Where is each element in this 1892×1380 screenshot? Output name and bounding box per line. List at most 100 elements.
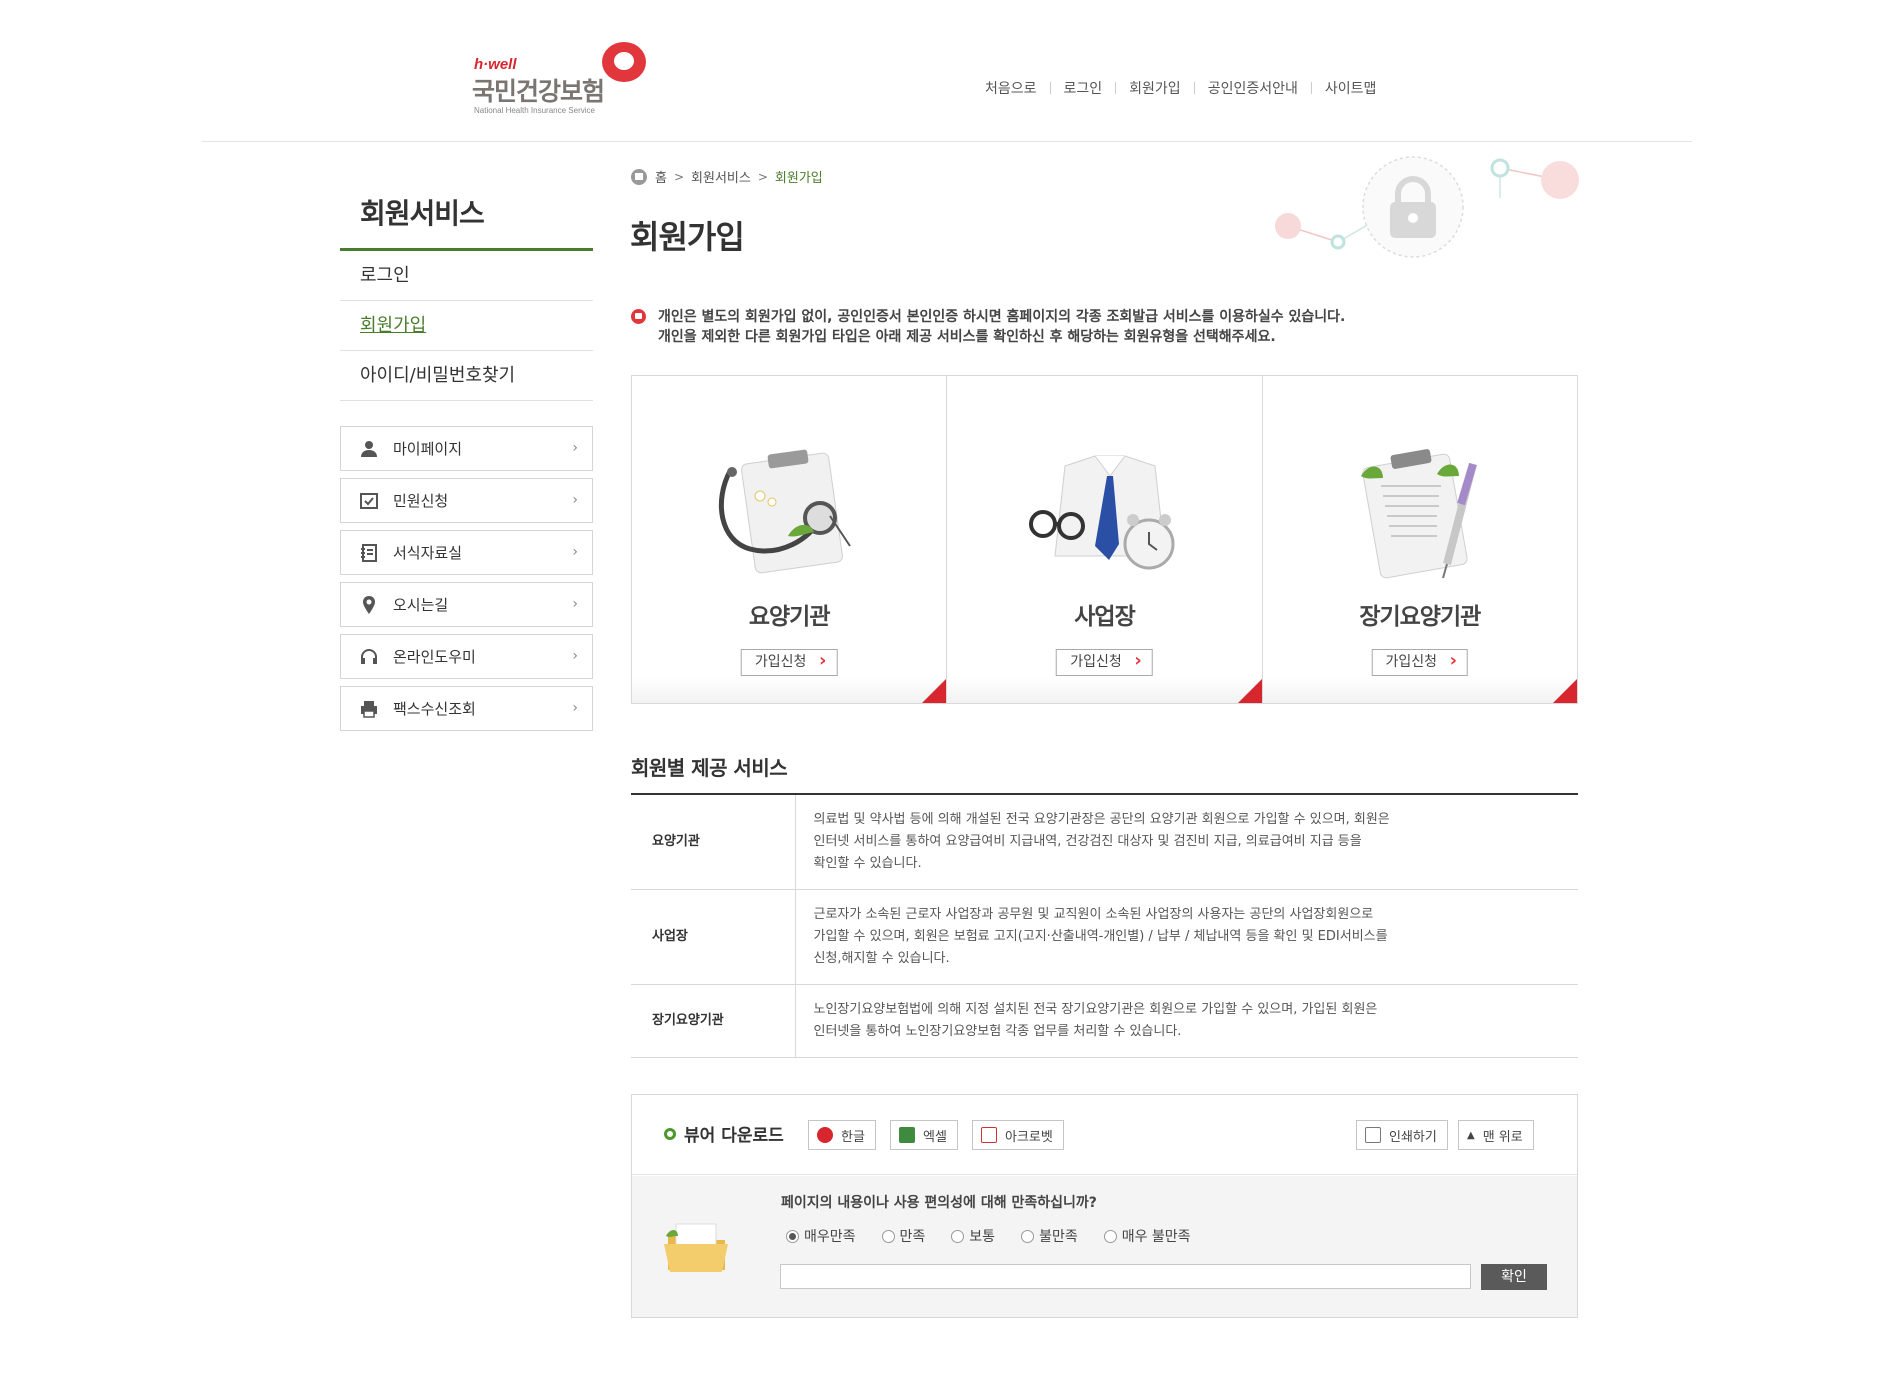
survey-submit-button[interactable]: 확인 <box>1481 1264 1547 1290</box>
survey-option-very-dissatisfied[interactable]: 매우 불만족 <box>1103 1226 1191 1246</box>
ring-bullet-icon <box>664 1127 676 1140</box>
folder-icon <box>664 1223 728 1272</box>
printer-icon <box>359 699 379 719</box>
topnav-login[interactable]: 로그인 <box>1051 78 1116 98</box>
radio[interactable] <box>951 1229 965 1243</box>
checklist-icon <box>359 491 379 511</box>
sidebar-menu: 로그인 회원가입 아이디/비밀번호찾기 <box>340 251 593 401</box>
quick-item-online-helper[interactable]: 온라인도우미 › <box>340 634 593 679</box>
person-icon <box>359 439 379 459</box>
hwp-viewer-button[interactable]: 한글 <box>808 1120 876 1150</box>
viewer-button-label: 아크로벳 <box>1005 1129 1053 1145</box>
excel-icon <box>899 1127 915 1143</box>
scroll-top-label: 맨 위로 <box>1482 1129 1523 1145</box>
quick-item-label: 팩스수신조회 <box>393 700 476 718</box>
radio-selected[interactable] <box>786 1229 799 1243</box>
topnav-home[interactable]: 처음으로 <box>972 78 1050 98</box>
top-navigation: 처음으로 로그인 회원가입 공인인증서안내 사이트맵 <box>972 78 1389 98</box>
lock-decoration-icon <box>1275 156 1579 258</box>
service-description-cell: 의료법 및 약사법 등에 의해 개설된 전국 요양기관장은 공단의 요양기관 회… <box>795 794 1578 890</box>
survey-option-satisfied[interactable]: 만족 <box>881 1226 925 1246</box>
sidebar-item-login[interactable]: 로그인 <box>340 251 593 301</box>
services-section-title: 회원별 제공 서비스 <box>631 756 788 780</box>
card-medical-institution[interactable]: 요양기관 가입신청 <box>632 376 948 703</box>
logo-hwell: h·well <box>474 56 517 73</box>
quick-item-label: 마이페이지 <box>393 440 463 458</box>
survey-option-label: 보통 <box>969 1229 996 1245</box>
radio[interactable] <box>881 1229 895 1243</box>
excel-viewer-button[interactable]: 엑셀 <box>890 1120 958 1150</box>
pdf-icon <box>981 1127 997 1143</box>
description-line: 신청,해지할 수 있습니다. <box>813 950 950 966</box>
satisfaction-survey: 페이지의 내용이나 사용 편의성에 대해 만족하십니까? 매우만족 만족 보통 … <box>632 1176 1577 1317</box>
sidebar-item-find-id-password[interactable]: 아이디/비밀번호찾기 <box>340 351 593 401</box>
quick-item-forms-library[interactable]: 서식자료실 › <box>340 530 593 575</box>
speech-bubble-icon <box>631 309 646 324</box>
join-button[interactable]: 가입신청 <box>1056 648 1153 676</box>
quick-item-label: 민원신청 <box>393 492 449 510</box>
card-corner-fold <box>922 679 947 703</box>
quick-item-label: 온라인도우미 <box>393 648 476 666</box>
card-label: 사업장 <box>1074 604 1135 630</box>
chevron-right-icon: > <box>757 169 768 184</box>
notice-line-1: 개인은 별도의 회원가입 없이, 공인인증서 본인인증 하시면 홈페이지의 각종… <box>658 309 1346 325</box>
quick-item-directions[interactable]: 오시는길 › <box>340 582 593 627</box>
chevron-right-icon: › <box>572 596 578 612</box>
shirt-glasses-clock-icon <box>1029 455 1175 570</box>
signup-notice: 개인은 별도의 회원가입 없이, 공인인증서 본인인증 하시면 홈페이지의 각종… <box>631 307 1345 347</box>
stethoscope-clipboard-icon <box>718 449 851 574</box>
nhis-logo[interactable]: h·well 국민건강보험 National Health Insurance … <box>472 42 652 116</box>
quick-item-mypage[interactable]: 마이페이지 › <box>340 426 593 471</box>
description-line: 확인할 수 있습니다. <box>813 855 922 871</box>
header-divider <box>202 141 1692 142</box>
caret-up-icon: ▲ <box>1467 1129 1475 1141</box>
join-button[interactable]: 가입신청 <box>740 648 838 676</box>
notice-line-2: 개인을 제외한 다른 회원가입 타입은 아래 제공 서비스를 확인하신 후 해당… <box>658 329 1276 345</box>
member-type-cell: 요양기관 <box>631 794 796 890</box>
survey-option-label: 매우 불만족 <box>1121 1229 1191 1245</box>
chevron-right-icon: > <box>673 169 685 184</box>
sidebar-item-signup[interactable]: 회원가입 <box>340 301 593 351</box>
survey-option-very-satisfied[interactable]: 매우만족 <box>786 1226 856 1246</box>
radio[interactable] <box>1103 1229 1117 1243</box>
binder-icon <box>359 543 379 563</box>
acrobat-viewer-button[interactable]: 아크로벳 <box>972 1120 1064 1150</box>
card-corner-fold <box>1552 679 1577 703</box>
logo-brand-eng: National Health Insurance Service <box>474 106 595 115</box>
sidebar-title: 회원서비스 <box>360 197 485 230</box>
breadcrumb-section[interactable]: 회원서비스 <box>691 167 751 186</box>
survey-option-dissatisfied[interactable]: 불만족 <box>1021 1226 1078 1246</box>
card-long-term-care[interactable]: 장기요양기관 가입신청 <box>1262 376 1577 703</box>
quick-item-label: 서식자료실 <box>393 544 463 562</box>
topnav-signup[interactable]: 회원가입 <box>1116 78 1194 98</box>
join-button[interactable]: 가입신청 <box>1371 648 1469 676</box>
table-row: 장기요양기관 노인장기요양보험법에 의해 지정 설치된 전국 장기요양기관은 회… <box>631 984 1578 1058</box>
service-description-cell: 근로자가 소속된 근로자 사업장과 공무원 및 교직원이 소속된 사업장의 사용… <box>795 889 1578 985</box>
survey-comment-input[interactable] <box>780 1264 1471 1289</box>
description-line: 의료법 및 약사법 등에 의해 개설된 전국 요양기관장은 공단의 요양기관 회… <box>813 811 1390 827</box>
viewer-title-text: 뷰어 다운로드 <box>684 1126 784 1146</box>
chevron-right-icon: › <box>572 544 578 560</box>
quick-item-fax-inquiry[interactable]: 팩스수신조회 › <box>340 686 593 731</box>
scroll-top-button[interactable]: ▲ 맨 위로 <box>1458 1120 1534 1150</box>
chevron-right-icon: › <box>572 700 578 716</box>
breadcrumb-home[interactable]: 홈 <box>655 167 667 186</box>
card-workplace[interactable]: 사업장 가입신청 <box>947 376 1263 703</box>
card-corner-fold <box>1237 679 1262 703</box>
home-icon[interactable] <box>631 168 647 185</box>
viewer-download-title: 뷰어 다운로드 <box>664 1121 784 1146</box>
quick-item-civil-petition[interactable]: 민원신청 › <box>340 478 593 523</box>
survey-option-neutral[interactable]: 보통 <box>951 1226 995 1246</box>
card-label: 장기요양기관 <box>1359 604 1481 630</box>
viewer-download-bar: 뷰어 다운로드 한글 엑셀 아크로벳 인쇄하기 ▲ 맨 위로 <box>632 1095 1577 1175</box>
card-label: 요양기관 <box>748 604 831 630</box>
member-type-cards: 요양기관 가입신청 사업장 가입신청 <box>631 375 1578 704</box>
description-line: 인터넷 서비스를 통하여 요양급여비 지급내역, 건강검진 대상자 및 검진비 … <box>813 833 1362 849</box>
member-type-cell: 사업장 <box>631 889 796 985</box>
topnav-certificate-guide[interactable]: 공인인증서안내 <box>1195 78 1311 98</box>
topnav-sitemap[interactable]: 사이트맵 <box>1312 78 1390 98</box>
print-button[interactable]: 인쇄하기 <box>1356 1120 1448 1150</box>
radio[interactable] <box>1021 1229 1035 1243</box>
viewer-survey-box: 뷰어 다운로드 한글 엑셀 아크로벳 인쇄하기 ▲ 맨 위로 페이지의 내용이나… <box>631 1094 1578 1318</box>
breadcrumb-current: 회원가입 <box>774 171 823 186</box>
